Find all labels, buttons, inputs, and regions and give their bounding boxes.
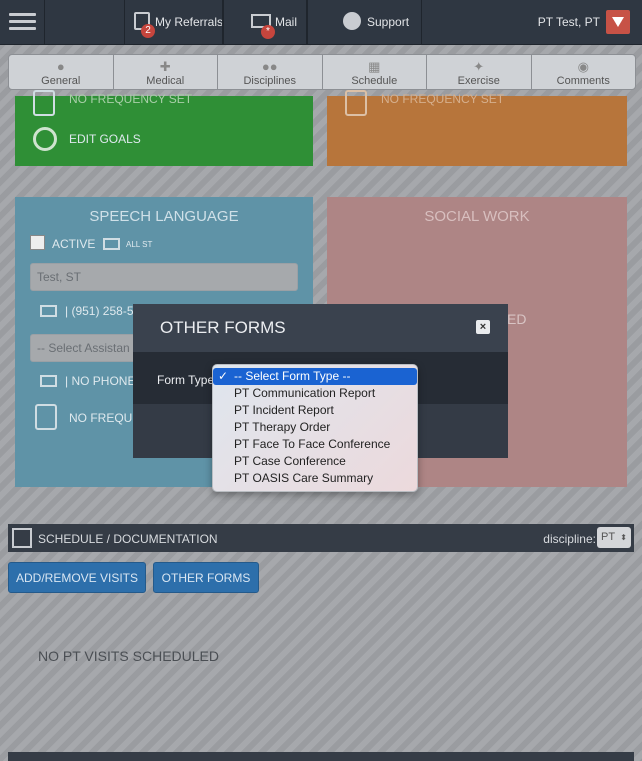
user-name[interactable]: PT Test, PT bbox=[538, 15, 600, 29]
schedule-header: SCHEDULE / DOCUMENTATION discipline: PT ⬍ bbox=[8, 524, 634, 552]
assistant-phone: | NO PHONE bbox=[65, 374, 136, 388]
tab-exercise[interactable]: ✦ Exercise bbox=[427, 55, 532, 89]
empty-schedule-text: NO PT VISITS SCHEDULED bbox=[38, 648, 220, 664]
form-type-option[interactable]: ✓ -- Select Form Type -- bbox=[213, 368, 417, 385]
checkmark-icon: ✓ bbox=[218, 369, 229, 383]
active-checkbox[interactable] bbox=[30, 235, 45, 250]
patient-tabs: ● General ✚ Medical ●● Disciplines ▦ Schedul… bbox=[8, 54, 636, 90]
support-icon bbox=[343, 12, 361, 30]
form-type-option[interactable]: PT OASIS Care Summary bbox=[213, 470, 417, 487]
discipline-card-orange: NO FREQUENCY SET bbox=[327, 90, 627, 166]
therapist-phone: | (951) 258-5 bbox=[65, 304, 134, 318]
user-menu-caret-icon[interactable] bbox=[606, 10, 630, 34]
calendar-icon bbox=[33, 90, 55, 116]
card-title: SOCIAL WORK bbox=[424, 208, 530, 225]
form-type-option[interactable]: PT Communication Report bbox=[213, 385, 417, 402]
bottom-bar bbox=[8, 752, 634, 761]
tab-general[interactable]: ● General bbox=[9, 55, 114, 89]
frequency-text: NO FREQUENCY SET bbox=[69, 92, 193, 106]
support-label: Support bbox=[367, 15, 410, 29]
form-type-option[interactable]: PT Face To Face Conference bbox=[213, 436, 417, 453]
support-button[interactable]: Support bbox=[306, 0, 422, 44]
medical-icon: ✚ bbox=[159, 59, 171, 74]
target-icon bbox=[33, 127, 57, 151]
frequency-text: NO FREQUENCY SET bbox=[381, 92, 505, 106]
mail-icon[interactable] bbox=[40, 305, 57, 317]
other-forms-button[interactable]: OTHER FORMS bbox=[153, 562, 259, 593]
form-type-dropdown[interactable]: ✓ -- Select Form Type -- PT Communication… bbox=[212, 364, 418, 492]
therapist-select[interactable]: Test, ST bbox=[30, 263, 298, 291]
tab-medical[interactable]: ✚ Medical bbox=[114, 55, 218, 89]
status-text: ED bbox=[507, 311, 527, 327]
mail-all-icon[interactable] bbox=[103, 238, 120, 250]
card-title: SPEECH LANGUAGE bbox=[89, 208, 239, 225]
calendar-icon bbox=[345, 90, 367, 116]
select-arrows-icon: ⬍ bbox=[620, 533, 627, 542]
discipline-select[interactable]: PT ⬍ bbox=[597, 527, 631, 548]
tab-schedule[interactable]: ▦ Schedule bbox=[323, 55, 427, 89]
my-referrals-button[interactable]: 2 My Referrals bbox=[124, 0, 224, 44]
form-type-option[interactable]: PT Incident Report bbox=[213, 402, 417, 419]
people-icon: ●● bbox=[261, 59, 278, 74]
form-type-option[interactable]: PT Therapy Order bbox=[213, 419, 417, 436]
referrals-badge: 2 bbox=[141, 24, 155, 38]
edit-goals-link[interactable]: EDIT GOALS bbox=[69, 132, 141, 146]
add-remove-visits-button[interactable]: ADD/REMOVE VISITS bbox=[8, 562, 146, 593]
assistant-select[interactable]: -- Select Assistan bbox=[30, 334, 140, 362]
menu-icon[interactable] bbox=[0, 0, 45, 44]
discipline-label: discipline: bbox=[543, 532, 596, 546]
calendar-icon bbox=[12, 528, 32, 548]
close-icon[interactable]: × bbox=[476, 320, 490, 334]
referrals-label: My Referrals bbox=[155, 15, 224, 29]
mail-button[interactable]: * Mail bbox=[222, 0, 308, 44]
discipline-card-green: NO FREQUENCY SET EDIT GOALS bbox=[15, 90, 313, 166]
frequency-text: NO FREQUE bbox=[69, 411, 141, 425]
mail-label: Mail bbox=[275, 15, 298, 29]
form-type-label: Form Type bbox=[157, 373, 215, 387]
mail-badge: * bbox=[261, 25, 275, 39]
all-st-label: ALL ST bbox=[126, 240, 153, 249]
exercise-icon: ✦ bbox=[473, 59, 485, 74]
mail-icon[interactable] bbox=[40, 375, 57, 387]
person-icon: ● bbox=[56, 59, 65, 74]
tab-disciplines[interactable]: ●● Disciplines bbox=[218, 55, 323, 89]
form-type-option[interactable]: PT Case Conference bbox=[213, 453, 417, 470]
modal-header: OTHER FORMS × bbox=[133, 304, 508, 352]
modal-title: OTHER FORMS bbox=[160, 318, 286, 337]
schedule-title: SCHEDULE / DOCUMENTATION bbox=[38, 532, 218, 546]
top-nav: 2 My Referrals * Mail Support PT Test, P… bbox=[0, 0, 642, 45]
comment-icon: ◉ bbox=[577, 59, 589, 74]
calendar-icon: ▦ bbox=[368, 59, 381, 74]
calendar-icon bbox=[35, 404, 57, 430]
active-label: ACTIVE bbox=[52, 237, 96, 251]
tab-comments[interactable]: ◉ Comments bbox=[532, 55, 636, 89]
